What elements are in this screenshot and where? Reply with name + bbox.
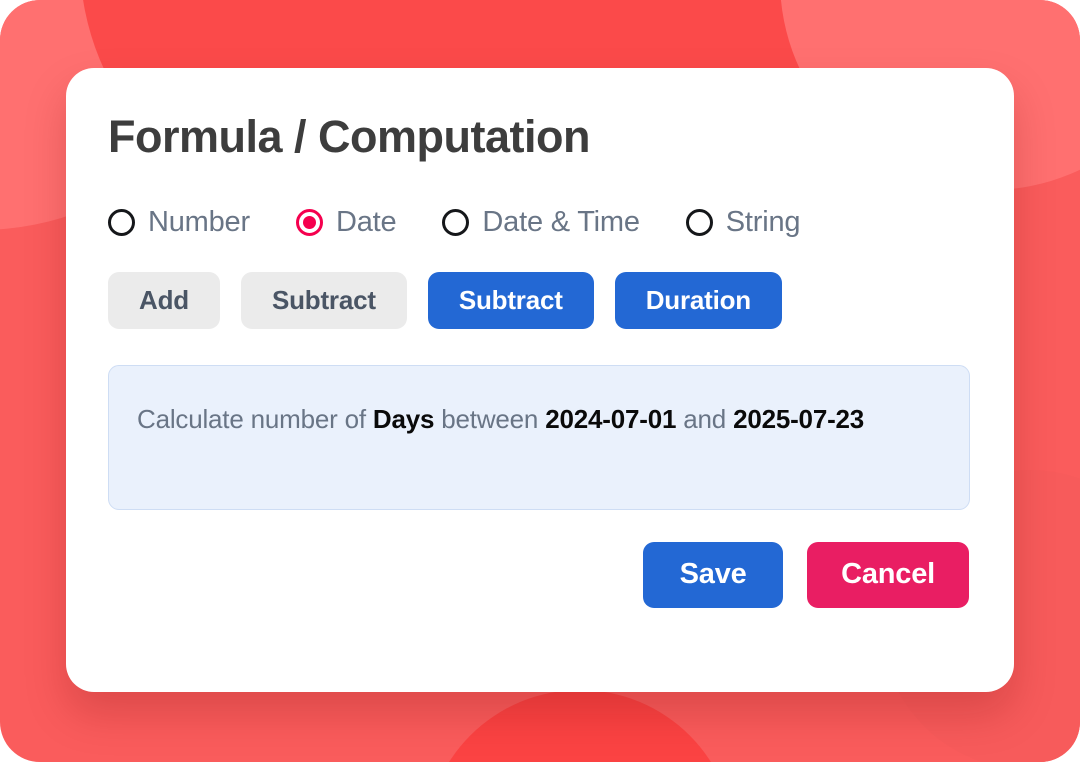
radio-dot-icon <box>449 216 462 229</box>
radio-option-date-time[interactable]: Date & Time <box>442 205 640 239</box>
decorative-blob-bottom <box>425 690 735 762</box>
radio-circle-icon <box>442 208 470 236</box>
page-title: Formula / Computation <box>108 111 590 162</box>
formula-dialog: Formula / Computation Number Date Date &… <box>66 68 1014 692</box>
radio-option-string[interactable]: String <box>685 205 801 239</box>
radio-circle-icon <box>108 208 135 236</box>
summary-unit: Days <box>372 403 435 434</box>
radio-circle-icon <box>685 208 713 236</box>
radio-option-date[interactable]: Date <box>295 205 397 239</box>
radio-circle-selected-icon <box>295 208 323 236</box>
operation-button-group: Add Subtract Subtract Duration <box>106 271 974 329</box>
operation-button-add[interactable]: Add <box>108 271 220 329</box>
summary-middle: between <box>434 403 546 434</box>
cancel-button[interactable]: Cancel <box>807 541 969 608</box>
summary-prefix: Calculate number of <box>137 403 373 434</box>
summary-end-date: 2025-07-23 <box>733 403 865 434</box>
operation-button-subtract[interactable]: Subtract <box>240 271 407 329</box>
radio-dot-icon <box>302 215 316 229</box>
dialog-footer: Save Cancel <box>106 541 974 608</box>
summary-conjunction: and <box>683 403 734 434</box>
formula-summary-text: Calculate number of Days between 2024-07… <box>137 396 941 442</box>
radio-dot-icon <box>115 216 128 229</box>
operation-button-subtract-active[interactable]: Subtract <box>427 271 594 329</box>
operation-button-duration-active[interactable]: Duration <box>614 271 782 329</box>
radio-label-number: Number <box>148 205 250 238</box>
radio-label-date-time: Date & Time <box>482 205 640 238</box>
background-canvas: Formula / Computation Number Date Date &… <box>0 0 1080 762</box>
radio-option-number[interactable]: Number <box>108 206 250 239</box>
summary-start-date: 2024-07-01 <box>545 403 677 434</box>
formula-summary-panel: Calculate number of Days between 2024-07… <box>108 364 970 510</box>
save-button[interactable]: Save <box>643 541 784 608</box>
radio-label-date: Date <box>335 205 397 238</box>
radio-dot-icon <box>693 216 706 229</box>
type-radio-group: Number Date Date & Time String <box>106 206 974 239</box>
radio-label-string: String <box>725 205 801 238</box>
